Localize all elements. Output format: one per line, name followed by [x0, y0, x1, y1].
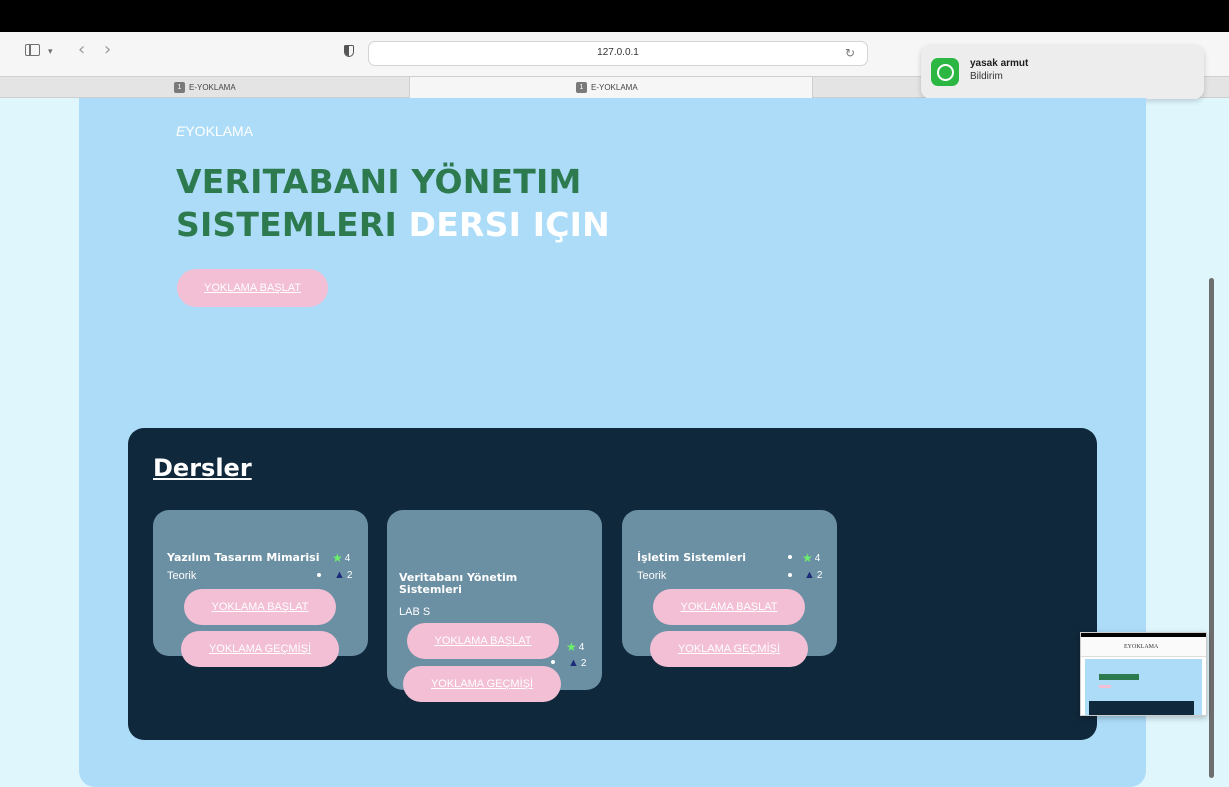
- start-attendance-button[interactable]: YOKLAMA BAŞLAT: [407, 623, 559, 659]
- url-text: 127.0.0.1: [597, 47, 639, 58]
- tab-e-yoklama-1[interactable]: 1 E-YOKLAMA: [0, 77, 410, 98]
- tab-e-yoklama-2[interactable]: 1 E-YOKLAMA: [410, 77, 813, 98]
- start-attendance-button[interactable]: YOKLAMA BAŞLAT: [184, 589, 336, 625]
- hero-title-line2-white: DERSI IÇIN: [408, 205, 610, 244]
- star-count: ★ 4: [566, 640, 584, 654]
- courses-panel: Dersler Yazılım Tasarım Mimarisi Teorik …: [128, 428, 1097, 740]
- bullet-dot: [551, 660, 555, 664]
- course-type: LAB S: [399, 606, 431, 618]
- thumbnail-body: [1085, 659, 1202, 715]
- notification-body: Bildirim: [970, 71, 1003, 82]
- warning-count-value: 2: [816, 569, 823, 581]
- hero-title: VERITABANI YÖNETIM SISTEMLERI DERSI IÇIN: [176, 160, 696, 246]
- course-name: İşletim Sistemleri: [637, 551, 747, 564]
- forward-arrow-icon[interactable]: ›: [104, 41, 111, 59]
- start-attendance-button[interactable]: YOKLAMA BAŞLAT: [653, 589, 805, 625]
- tab-favicon-icon: 1: [576, 82, 587, 93]
- brand-e: E: [176, 123, 186, 139]
- thumbnail-brand: EYOKLAMA: [1124, 644, 1159, 650]
- star-icon: ★: [802, 551, 813, 565]
- warning-icon: ▲: [334, 569, 345, 581]
- hero-title-line1: VERITABANI YÖNETIM: [176, 162, 582, 201]
- warning-count: ▲ 2: [568, 657, 586, 669]
- tab-favicon-icon: 1: [174, 82, 185, 93]
- warning-icon: ▲: [568, 657, 579, 669]
- notification-banner[interactable]: yasak armut Bildirim: [921, 45, 1204, 99]
- page-content: EYOKLAMA VERITABANI YÖNETIM SISTEMLERI D…: [79, 98, 1146, 787]
- warning-count-value: 2: [580, 657, 587, 669]
- hero-title-line2-green: SISTEMLERI: [176, 205, 397, 244]
- course-name: Yazılım Tasarım Mimarisi: [167, 551, 320, 564]
- bullet-dot: [317, 573, 321, 577]
- bullet-dot: [788, 573, 792, 577]
- sidebar-toggle-icon[interactable]: [25, 44, 40, 56]
- back-arrow-icon[interactable]: ‹: [78, 41, 85, 59]
- course-type: Teorik: [167, 570, 197, 582]
- course-name: Veritabanı Yönetim Sistemleri: [399, 571, 518, 596]
- course-card: Yazılım Tasarım Mimarisi Teorik ★ 4 ▲ 2 …: [153, 510, 368, 667]
- courses-title: Dersler: [153, 454, 252, 482]
- warning-count-value: 2: [346, 569, 353, 581]
- course-card: Veritabanı Yönetim Sistemleri LAB S YOKL…: [387, 510, 602, 702]
- star-count: ★ 4: [802, 551, 820, 565]
- brand-logo[interactable]: EYOKLAMA: [176, 123, 253, 139]
- thumbnail-panel: [1089, 701, 1194, 715]
- attendance-history-button[interactable]: YOKLAMA GEÇMİŞİ: [403, 666, 561, 702]
- thumbnail-button: [1099, 685, 1111, 688]
- star-count-value: 4: [578, 641, 585, 653]
- whatsapp-icon: [931, 58, 959, 86]
- top-black-bar: [0, 0, 1229, 32]
- privacy-shield-icon[interactable]: [344, 45, 354, 57]
- course-card: İşletim Sistemleri Teorik ★ 4 ▲ 2 YOKLAM…: [622, 510, 837, 667]
- course-type: Teorik: [637, 570, 667, 582]
- bullet-dot: [788, 555, 792, 559]
- star-count-value: 4: [344, 552, 351, 564]
- tab-label: E-YOKLAMA: [189, 83, 236, 92]
- tab-label: E-YOKLAMA: [591, 83, 638, 92]
- warning-count: ▲ 2: [804, 569, 822, 581]
- star-count-value: 4: [814, 552, 821, 564]
- attendance-history-button[interactable]: YOKLAMA GEÇMİŞİ: [181, 631, 339, 667]
- warning-count: ▲ 2: [334, 569, 352, 581]
- chevron-down-icon[interactable]: ▾: [48, 43, 53, 61]
- star-count: ★ 4: [332, 551, 350, 565]
- page-scrollbar[interactable]: [1209, 278, 1214, 778]
- notification-title: yasak armut: [970, 58, 1029, 69]
- start-attendance-button[interactable]: YOKLAMA BAŞLAT: [177, 269, 328, 307]
- attendance-history-button[interactable]: YOKLAMA GEÇMİŞİ: [650, 631, 808, 667]
- brand-rest: YOKLAMA: [185, 123, 254, 139]
- screenshot-thumbnail[interactable]: EYOKLAMA: [1080, 632, 1207, 716]
- thumbnail-title: [1099, 674, 1139, 680]
- star-icon: ★: [566, 640, 577, 654]
- address-bar[interactable]: 127.0.0.1 ↻: [368, 41, 868, 66]
- star-icon: ★: [332, 551, 343, 565]
- reload-icon[interactable]: ↻: [845, 46, 855, 60]
- warning-icon: ▲: [804, 569, 815, 581]
